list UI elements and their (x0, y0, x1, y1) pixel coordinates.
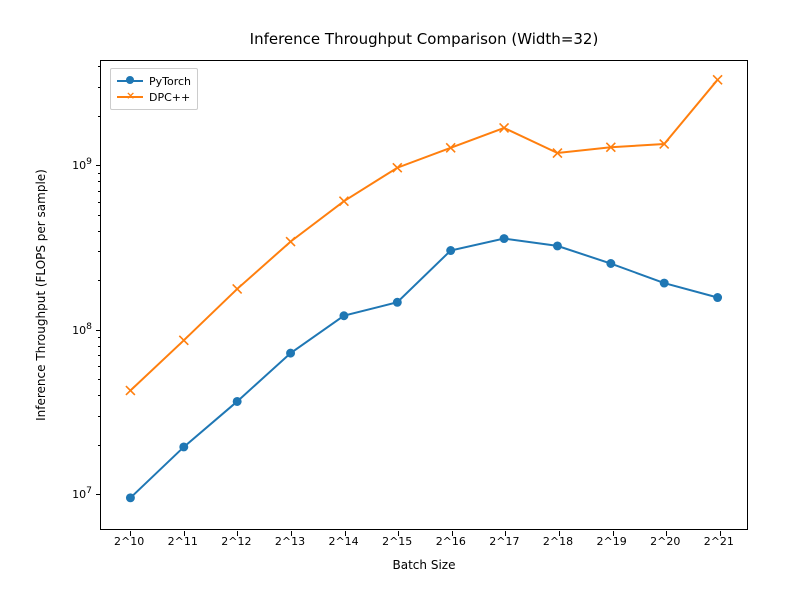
data-point (233, 397, 241, 405)
data-point (393, 163, 402, 172)
data-point (126, 494, 134, 502)
y-tick-label: 109 (72, 156, 92, 172)
y-tick-label: 108 (72, 321, 92, 337)
legend-entry-dpc: × DPC++ (117, 89, 191, 105)
data-point (553, 242, 561, 250)
axes (100, 60, 748, 530)
y-tick-label: 107 (72, 486, 92, 502)
data-point (287, 349, 295, 357)
plot-svg (101, 61, 747, 529)
data-point (339, 197, 348, 206)
x-tick-label: 2^13 (275, 535, 305, 548)
data-point (286, 237, 295, 246)
x-tick-label: 2^11 (168, 535, 198, 548)
x-tick-label: 2^17 (489, 535, 519, 548)
x-tick-label: 2^14 (328, 535, 358, 548)
legend-entry-pytorch: PyTorch (117, 73, 191, 89)
data-point (500, 235, 508, 243)
x-tick-label: 2^12 (221, 535, 251, 548)
series-line-dpc (130, 80, 717, 391)
x-tick-label: 2^16 (436, 535, 466, 548)
x-tick-label: 2^20 (650, 535, 680, 548)
data-point (713, 75, 722, 84)
x-tick-label: 2^19 (597, 535, 627, 548)
x-tick-label: 2^10 (114, 535, 144, 548)
x-tick-label: 2^18 (543, 535, 573, 548)
data-point (233, 284, 242, 293)
x-tick-label: 2^21 (704, 535, 734, 548)
data-point (660, 279, 668, 287)
series-line-pytorch (130, 239, 717, 498)
y-axis-label: Inference Throughput (FLOPS per sample) (34, 60, 54, 530)
legend: PyTorch × DPC++ (110, 68, 198, 110)
circle-marker-icon (126, 76, 134, 84)
data-point (447, 247, 455, 255)
chart-title: Inference Throughput Comparison (Width=3… (100, 30, 748, 48)
x-marker-icon: × (126, 92, 134, 100)
x-axis-label: Batch Size (100, 558, 748, 572)
data-point (126, 386, 135, 395)
legend-label-dpc: DPC++ (149, 91, 190, 104)
data-point (340, 312, 348, 320)
data-point (180, 443, 188, 451)
figure: Inference Throughput Comparison (Width=3… (0, 0, 800, 600)
data-point (607, 260, 615, 268)
data-point (500, 123, 509, 132)
x-tick-label: 2^15 (382, 535, 412, 548)
data-point (393, 298, 401, 306)
legend-label-pytorch: PyTorch (149, 75, 191, 88)
data-point (714, 294, 722, 302)
data-point (446, 143, 455, 152)
data-point (179, 336, 188, 345)
